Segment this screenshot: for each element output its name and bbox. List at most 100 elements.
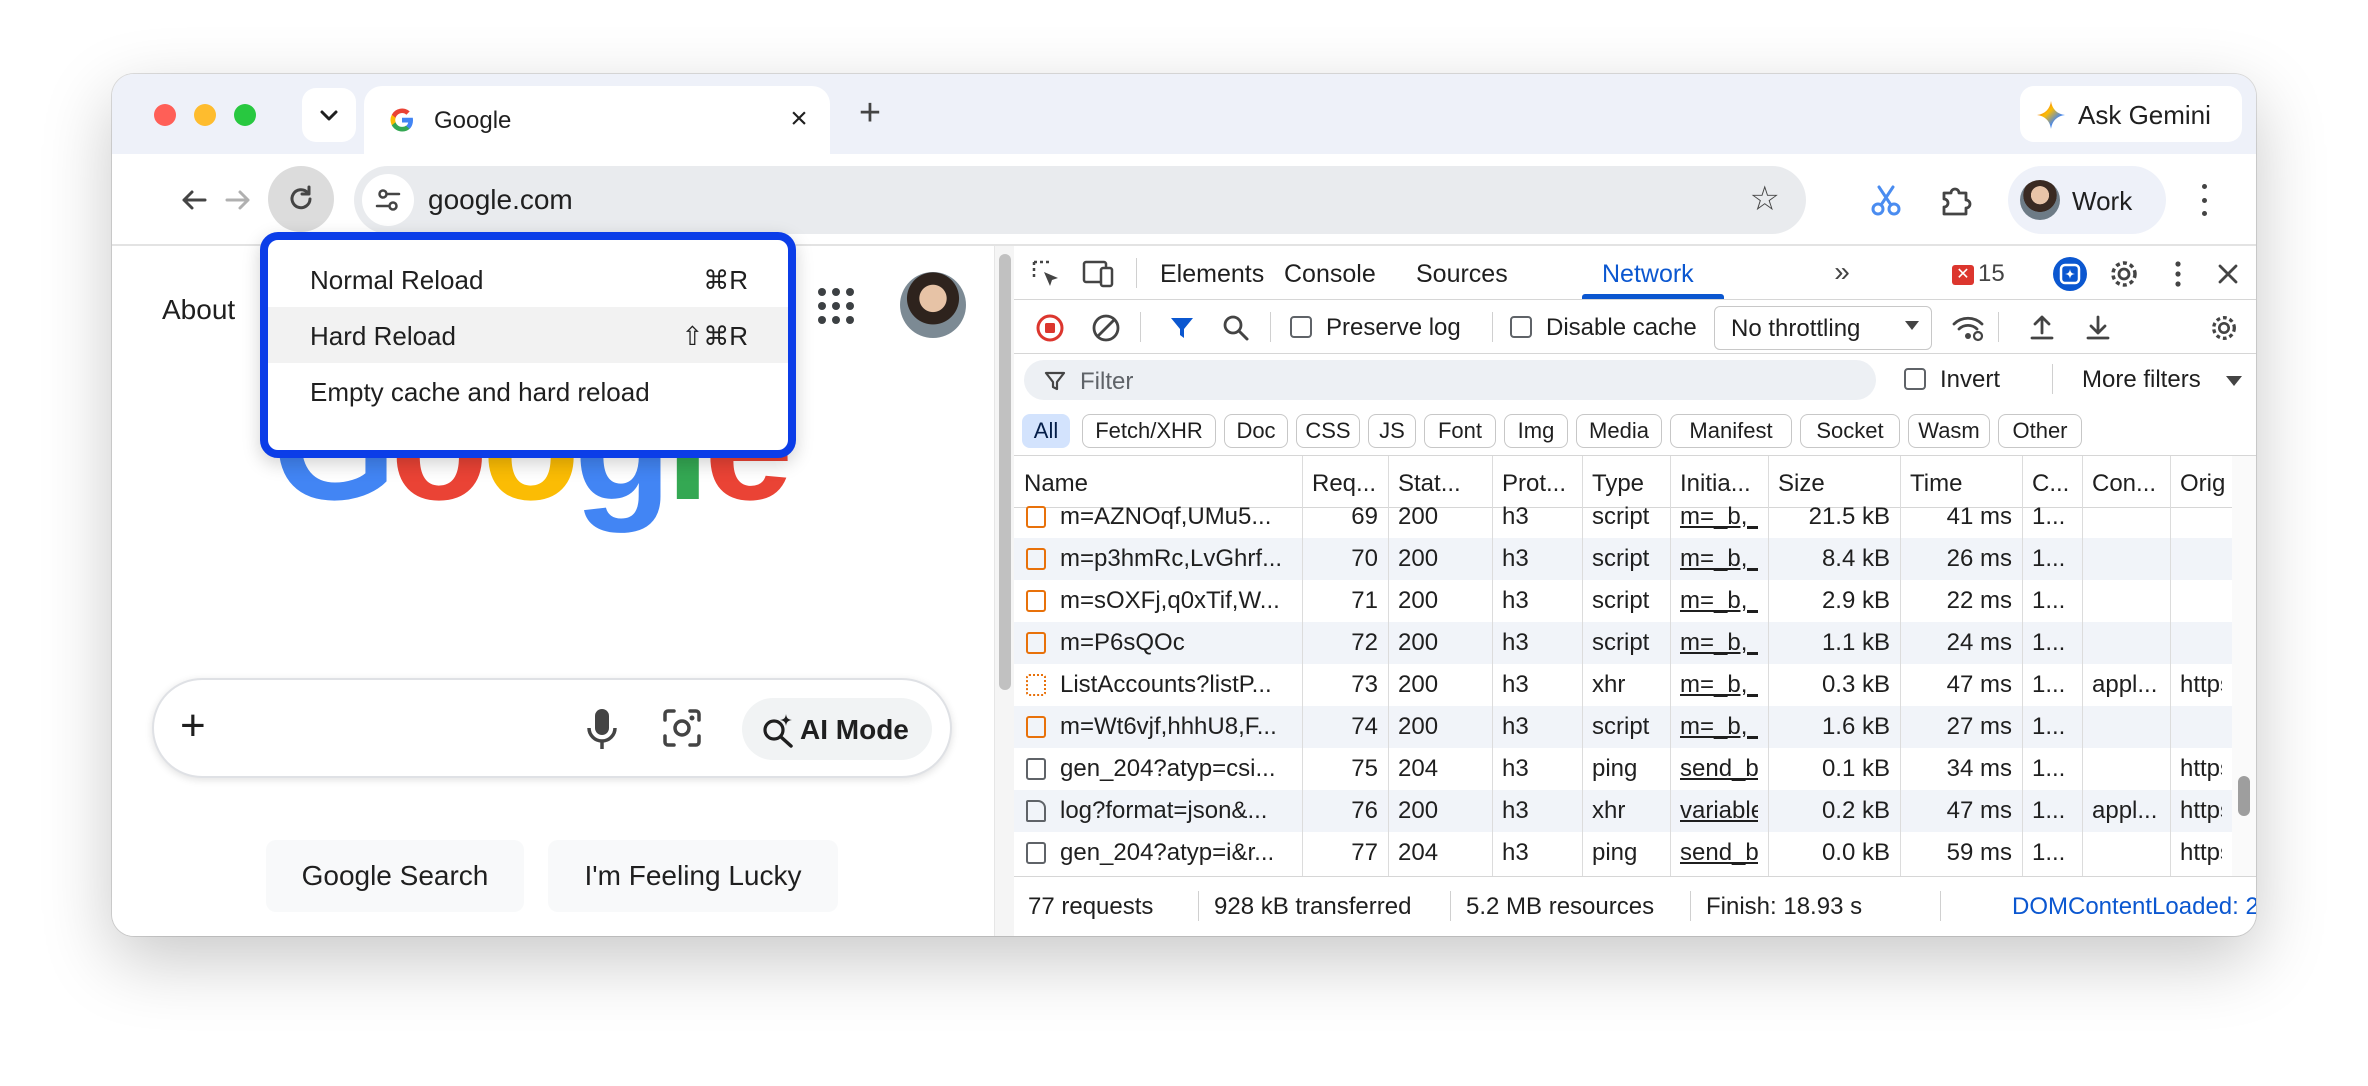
tab-search-button[interactable] [302,88,356,142]
tab-console[interactable]: Console [1284,260,1376,289]
table-row[interactable]: gen_204?atyp=csi... 75 204 h3 ping send_beaco… [1014,748,2232,790]
extensions-button[interactable] [1930,174,1982,226]
column-header-init[interactable]: Initia... [1680,470,1762,498]
tab-elements[interactable]: Elements [1160,260,1264,289]
cell-init[interactable]: m=_b,_tp [1680,713,1758,741]
column-header-name[interactable]: Name [1024,470,1296,498]
ai-assistance-icon[interactable] [2052,256,2088,292]
table-scrollbar-thumb[interactable] [2238,776,2250,816]
column-header-c[interactable]: C... [2032,470,2076,498]
cell-init[interactable]: variable [1680,797,1758,825]
table-row[interactable]: m=p3hmRc,LvGhrf... 70 200 h3 script m=_b,_tp 8… [1014,538,2232,580]
forward-button[interactable] [212,174,264,226]
account-avatar[interactable] [900,272,966,338]
chip-socket[interactable]: Socket [1800,414,1900,448]
zoom-window-button[interactable] [234,104,256,126]
close-devtools-icon[interactable] [2210,256,2246,292]
cell-init[interactable]: m=_b,_tp [1680,545,1758,573]
column-header-size[interactable]: Size [1778,470,1894,498]
clear-log-icon[interactable] [1088,310,1124,346]
chip-media[interactable]: Media [1576,414,1662,448]
column-header-type[interactable]: Type [1592,470,1664,498]
column-header-origin[interactable]: Origin [2180,470,2226,498]
table-row[interactable]: m=P6sQOc 72 200 h3 script m=_b,_tp 1.1 kB 24 ms… [1014,622,2232,664]
address-bar[interactable]: google.com ☆ [354,166,1806,234]
column-header-time[interactable]: Time [1910,470,2016,498]
table-row[interactable]: m=Wt6vjf,hhhU8,F... 74 200 h3 script m=_b,_tp… [1014,706,2232,748]
chip-wasm[interactable]: Wasm [1908,414,1990,448]
bookmark-star-icon[interactable]: ☆ [1750,180,1780,218]
column-header-proto[interactable]: Prot... [1502,470,1576,498]
table-scrollbar[interactable] [2232,456,2256,876]
invert-checkbox[interactable] [1904,368,1926,390]
page-scrollbar[interactable] [994,246,1014,936]
cell-init[interactable]: m=_b,_tp [1680,629,1758,657]
tab-google[interactable]: Google × [364,86,830,154]
throttling-select[interactable]: No throttling [1714,306,1932,350]
profile-button[interactable]: Work [2008,166,2166,234]
google-lens-icon[interactable] [660,706,704,755]
menu-item-normal-reload[interactable]: Normal Reload ⌘R [268,251,788,307]
table-row[interactable]: m=sOXFj,q0xTif,W... 71 200 h3 script m=_b,_tp… [1014,580,2232,622]
close-window-button[interactable] [154,104,176,126]
error-count-badge[interactable]: ✕ 15 [1952,260,2005,288]
ask-gemini-button[interactable]: Ask Gemini [2020,86,2242,142]
network-conditions-wifi-icon[interactable] [1950,310,1986,346]
stop-recording-icon[interactable] [1032,310,1068,346]
url-text[interactable]: google.com [428,184,573,216]
disable-cache-checkbox[interactable] [1510,316,1532,338]
cut-extension-button[interactable] [1860,174,1912,226]
cell-init[interactable]: m=_b,_tp [1680,587,1758,615]
google-search-button[interactable]: Google Search [266,840,524,912]
chip-manifest[interactable]: Manifest [1670,414,1792,448]
more-tabs-chevron-icon[interactable]: » [1824,254,1860,290]
column-header-req[interactable]: Req... [1312,470,1382,498]
tab-sources[interactable]: Sources [1416,260,1508,289]
search-box[interactable]: + AI Mode [152,678,952,778]
cell-init[interactable]: m=_b,_tp [1680,671,1758,699]
reload-button[interactable] [268,166,334,232]
export-har-download-icon[interactable] [2080,310,2116,346]
more-filters-button[interactable]: More filters [2082,366,2201,394]
add-plus-icon[interactable]: + [180,704,206,748]
table-row[interactable]: m=AZNOqf,UMu5... 69 200 h3 script m=_b,_tp 21.… [1014,496,2232,538]
chip-fetch-xhr[interactable]: Fetch/XHR [1082,414,1216,448]
filter-input[interactable]: Filter [1024,360,1876,400]
preserve-log-checkbox[interactable] [1290,316,1312,338]
tab-network[interactable]: Network [1602,260,1694,289]
google-apps-grid-icon[interactable] [818,288,854,324]
chip-img[interactable]: Img [1504,414,1568,448]
cell-init[interactable]: m=_b,_tp [1680,503,1758,531]
about-link[interactable]: About [162,294,235,326]
menu-item-empty-cache-hard-reload[interactable]: Empty cache and hard reload [268,363,788,419]
microphone-icon[interactable] [582,706,622,757]
devtools-kebab-icon[interactable] [2160,256,2196,292]
import-har-upload-icon[interactable] [2024,310,2060,346]
menu-item-hard-reload[interactable]: Hard Reload ⇧⌘R [268,307,788,363]
chrome-menu-kebab-icon[interactable] [2192,178,2216,222]
chip-font[interactable]: Font [1424,414,1496,448]
table-row[interactable]: gen_204?atyp=i&r... 77 204 h3 ping send_beaco… [1014,832,2232,874]
tab-close-icon[interactable]: × [782,104,816,138]
chip-doc[interactable]: Doc [1224,414,1288,448]
page-scrollbar-thumb[interactable] [999,254,1011,690]
chip-js[interactable]: JS [1368,414,1416,448]
ai-mode-button[interactable]: AI Mode [742,698,932,760]
device-toolbar-icon[interactable] [1080,256,1116,292]
minimize-window-button[interactable] [194,104,216,126]
site-info-button[interactable] [362,174,414,226]
devtools-settings-gear-icon[interactable] [2106,256,2142,292]
table-row[interactable]: log?format=json&... 76 200 h3 xhr variable 0.2… [1014,790,2232,832]
search-icon[interactable] [1218,310,1254,346]
chip-all[interactable]: All [1022,414,1070,448]
inspect-element-icon[interactable] [1028,256,1064,292]
chip-css[interactable]: CSS [1296,414,1360,448]
new-tab-button[interactable]: + [850,94,890,134]
network-settings-gear-icon[interactable] [2206,310,2242,346]
filter-funnel-icon[interactable] [1164,310,1200,346]
cell-init[interactable]: send_beacon [1680,839,1758,867]
table-row[interactable]: ListAccounts?listP... 73 200 h3 xhr m=_b,_tp 0… [1014,664,2232,706]
chip-other[interactable]: Other [1998,414,2082,448]
column-header-con[interactable]: Con... [2092,470,2164,498]
cell-init[interactable]: send_beacon [1680,755,1758,783]
